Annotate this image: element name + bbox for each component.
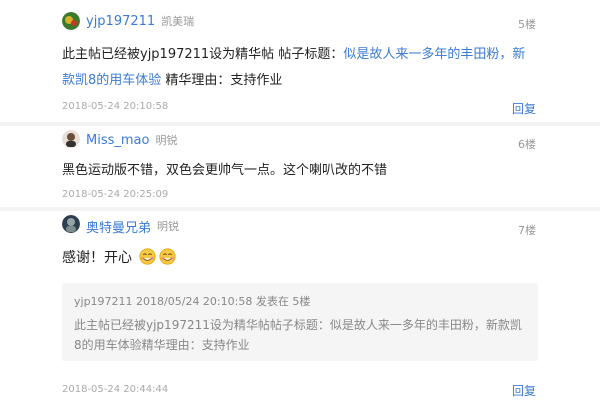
- emoji-happy-icon: [159, 248, 177, 265]
- car-tag: 明锐: [155, 134, 178, 147]
- content-text: 此主帖已经被yjp197211设为精华帖 帖子标题：: [62, 47, 344, 62]
- quote-body: 此主帖已经被yjp197211设为精华帖帖子标题：似是故人来一多年的丰田粉，新款…: [74, 318, 522, 352]
- timestamp: 2018-05-24 20:44:44: [62, 384, 169, 395]
- divider: [0, 207, 600, 211]
- quote-header: yjp197211 2018/05/24 20:10:58 发表在 5楼: [74, 295, 311, 308]
- divider: [0, 122, 600, 126]
- post-content: 黑色运动版不错，双色会更帅气一点。这个喇叭改的不错: [62, 163, 388, 178]
- reply-button[interactable]: 回复: [512, 100, 536, 117]
- username[interactable]: yjp197211: [86, 14, 155, 29]
- post-header: 奥特曼兄弟 明锐: [62, 216, 179, 236]
- content-text: 感谢！开心: [62, 250, 132, 266]
- username[interactable]: 奥特曼兄弟: [86, 217, 151, 236]
- timestamp: 2018-05-24 20:10:58: [62, 101, 169, 112]
- emoji-happy-icon: [139, 248, 157, 265]
- timestamp: 2018-05-24 20:25:09: [62, 189, 169, 200]
- floor-number: 5楼: [518, 18, 536, 31]
- username[interactable]: Miss_mao: [86, 133, 149, 148]
- floor-number: 7楼: [518, 224, 536, 237]
- car-tag: 凯美瑞: [161, 15, 195, 28]
- post-header: Miss_mao 明锐: [62, 130, 177, 150]
- floor-number: 6楼: [518, 138, 536, 151]
- post-header: yjp197211 凯美瑞: [62, 11, 194, 31]
- quoted-post: yjp197211 2018/05/24 20:10:58 发表在 5楼 此主帖…: [62, 283, 538, 361]
- content-text-2: 精华理由：支持作业: [161, 73, 283, 88]
- reply-button[interactable]: 回复: [512, 382, 536, 399]
- post-content: 此主帖已经被yjp197211设为精华帖 帖子标题：似是故人来一多年的丰田粉，新…: [62, 42, 532, 94]
- post-content: 感谢！开心: [62, 245, 532, 271]
- car-tag: 明锐: [157, 220, 180, 233]
